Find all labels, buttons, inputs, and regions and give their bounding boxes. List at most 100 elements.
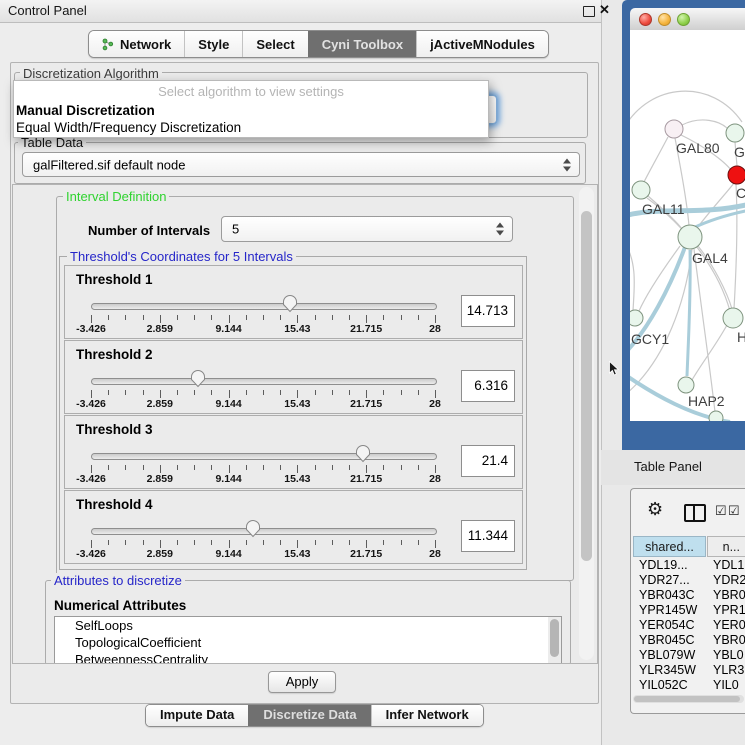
apply-button[interactable]: Apply — [268, 671, 336, 693]
table-cell-shared-name[interactable]: YDL19... — [639, 558, 688, 572]
table-row[interactable]: YLR345W YLR3 — [633, 663, 745, 678]
table-row[interactable]: YDL19... YDL1 — [633, 558, 745, 573]
slider-tick — [366, 390, 367, 398]
table-cell-name[interactable]: YBL0 — [713, 648, 744, 662]
network-node[interactable] — [728, 166, 745, 184]
thresholds-group-label: Threshold's Coordinates for 5 Intervals — [67, 249, 296, 264]
table-cell-name[interactable]: YPR1 — [713, 603, 745, 617]
tab-impute-data[interactable]: Impute Data — [146, 705, 248, 726]
table-cell-name[interactable]: YER0 — [713, 618, 745, 632]
table-row[interactable]: YDR27... YDR2 — [633, 573, 745, 588]
table-cell-name[interactable]: YBR0 — [713, 588, 745, 602]
table-cell-shared-name[interactable]: YLR345W — [639, 663, 696, 677]
zoom-traffic-light-icon[interactable] — [677, 13, 690, 26]
table-cell-shared-name[interactable]: YER054C — [639, 618, 695, 632]
network-node[interactable] — [678, 377, 694, 393]
network-node[interactable] — [723, 308, 743, 328]
table-cell-name[interactable]: YDL1 — [713, 558, 744, 572]
network-node[interactable] — [678, 225, 702, 249]
table-cell-shared-name[interactable]: YBR045C — [639, 633, 695, 647]
scrollbar-thumb[interactable] — [581, 211, 592, 561]
threshold-value-input[interactable]: 6.316 — [461, 370, 515, 402]
tab-infer-network[interactable]: Infer Network — [371, 705, 483, 726]
table-cell-name[interactable]: YIL0 — [713, 678, 739, 692]
column-header-shared-name[interactable]: shared... — [633, 536, 706, 557]
table-row[interactable]: YBR045C YBR0 — [633, 633, 745, 648]
table-row[interactable]: YPR145W YPR1 — [633, 603, 745, 618]
table-cell-name[interactable]: YLR3 — [713, 663, 744, 677]
threshold-value-input[interactable]: 21.4 — [461, 445, 515, 477]
close-icon[interactable]: ✕ — [599, 2, 610, 18]
slider-tick — [160, 315, 161, 323]
slider-tick — [263, 465, 264, 470]
threshold-value-input[interactable]: 11.344 — [461, 520, 515, 552]
checkbox-icon[interactable]: ☑ — [715, 503, 727, 519]
scrollbar-thumb[interactable] — [550, 619, 559, 657]
table-row[interactable]: YER054C YER0 — [633, 618, 745, 633]
threshold-slider-track[interactable] — [91, 453, 437, 460]
threshold-slider-track[interactable] — [91, 528, 437, 535]
threshold-slider-thumb[interactable] — [190, 369, 206, 393]
slider-tick — [211, 540, 212, 545]
table-cell-shared-name[interactable]: YIL052C — [639, 678, 688, 692]
network-node[interactable] — [709, 411, 723, 421]
table-cell-shared-name[interactable]: YDR27... — [639, 573, 690, 587]
tab-jactivemnodules[interactable]: jActiveMNodules — [416, 31, 548, 57]
network-node[interactable] — [632, 181, 650, 199]
tab-cyni-toolbox[interactable]: Cyni Toolbox — [308, 31, 416, 57]
table-cell-shared-name[interactable]: YPR145W — [639, 603, 697, 617]
list-vertical-scrollbar[interactable] — [548, 617, 561, 663]
tab-style[interactable]: Style — [184, 31, 242, 57]
table-row[interactable]: YBR043C YBR0 — [633, 588, 745, 603]
attribute-list-item[interactable]: SelfLoops — [55, 617, 561, 634]
algorithm-option[interactable]: Manual Discretization — [14, 102, 488, 119]
network-node[interactable] — [665, 120, 683, 138]
slider-tick — [125, 390, 126, 395]
table-cell-name[interactable]: YBR0 — [713, 633, 745, 647]
tab-select[interactable]: Select — [242, 31, 307, 57]
scrollbar-thumb[interactable] — [634, 696, 740, 702]
table-row[interactable]: YIL052C YIL0 — [633, 678, 745, 693]
column-header-name[interactable]: n... — [707, 536, 745, 557]
tab-discretize-data[interactable]: Discretize Data — [248, 705, 370, 726]
close-traffic-light-icon[interactable] — [639, 13, 652, 26]
threshold-slider-track[interactable] — [91, 303, 437, 310]
algorithm-option[interactable]: Equal Width/Frequency Discretization — [14, 119, 488, 136]
network-window-titlebar[interactable] — [630, 8, 745, 31]
threshold-slider-track[interactable] — [91, 378, 437, 385]
slider-tick — [435, 540, 436, 548]
slider-tick-label: 21.715 — [350, 548, 382, 560]
checkbox-icon[interactable]: ☑ — [728, 503, 740, 519]
table-horizontal-scrollbar[interactable] — [633, 695, 744, 703]
threshold-slider-thumb[interactable] — [245, 519, 261, 543]
slider-tick — [401, 390, 402, 395]
network-node[interactable] — [726, 124, 744, 142]
network-view-window: GAL80GACGAL11GAL4GCY1HHAP2 — [622, 0, 745, 450]
numerical-attributes-list[interactable]: SelfLoopsTopologicalCoefficientBetweenne… — [54, 616, 562, 664]
table-cell-shared-name[interactable]: YBR043C — [639, 588, 695, 602]
minimize-traffic-light-icon[interactable] — [658, 13, 671, 26]
network-canvas[interactable]: GAL80GACGAL11GAL4GCY1HHAP2 — [630, 30, 745, 421]
slider-tick-label: 9.144 — [215, 398, 241, 410]
float-window-icon[interactable] — [583, 6, 595, 17]
table-row[interactable]: YBL079W YBL0 — [633, 648, 745, 663]
slider-tick — [435, 390, 436, 398]
number-of-intervals-combobox[interactable]: 5 — [221, 216, 513, 242]
network-node-label: GAL4 — [692, 250, 728, 266]
threshold-slider-thumb[interactable] — [355, 444, 371, 468]
column-layout-icon[interactable] — [684, 504, 706, 522]
gear-icon[interactable]: ⚙ — [647, 499, 663, 520]
table-data-combobox[interactable]: galFiltered.sif default node — [22, 152, 580, 177]
settings-vertical-scrollbar[interactable] — [579, 187, 594, 660]
threshold-slider-thumb[interactable] — [282, 294, 298, 318]
threshold-value-input[interactable]: 14.713 — [461, 295, 515, 327]
table-cell-shared-name[interactable]: YBL079W — [639, 648, 695, 662]
slider-tick — [349, 465, 350, 470]
attribute-list-item[interactable]: TopologicalCoefficient — [55, 634, 561, 651]
table-cell-name[interactable]: YDR2 — [713, 573, 745, 587]
network-node[interactable] — [630, 310, 643, 326]
slider-tick — [143, 540, 144, 545]
slider-tick — [332, 465, 333, 470]
attribute-list-item[interactable]: BetweennessCentrality — [55, 651, 561, 664]
tab-network[interactable]: Network — [89, 31, 184, 57]
